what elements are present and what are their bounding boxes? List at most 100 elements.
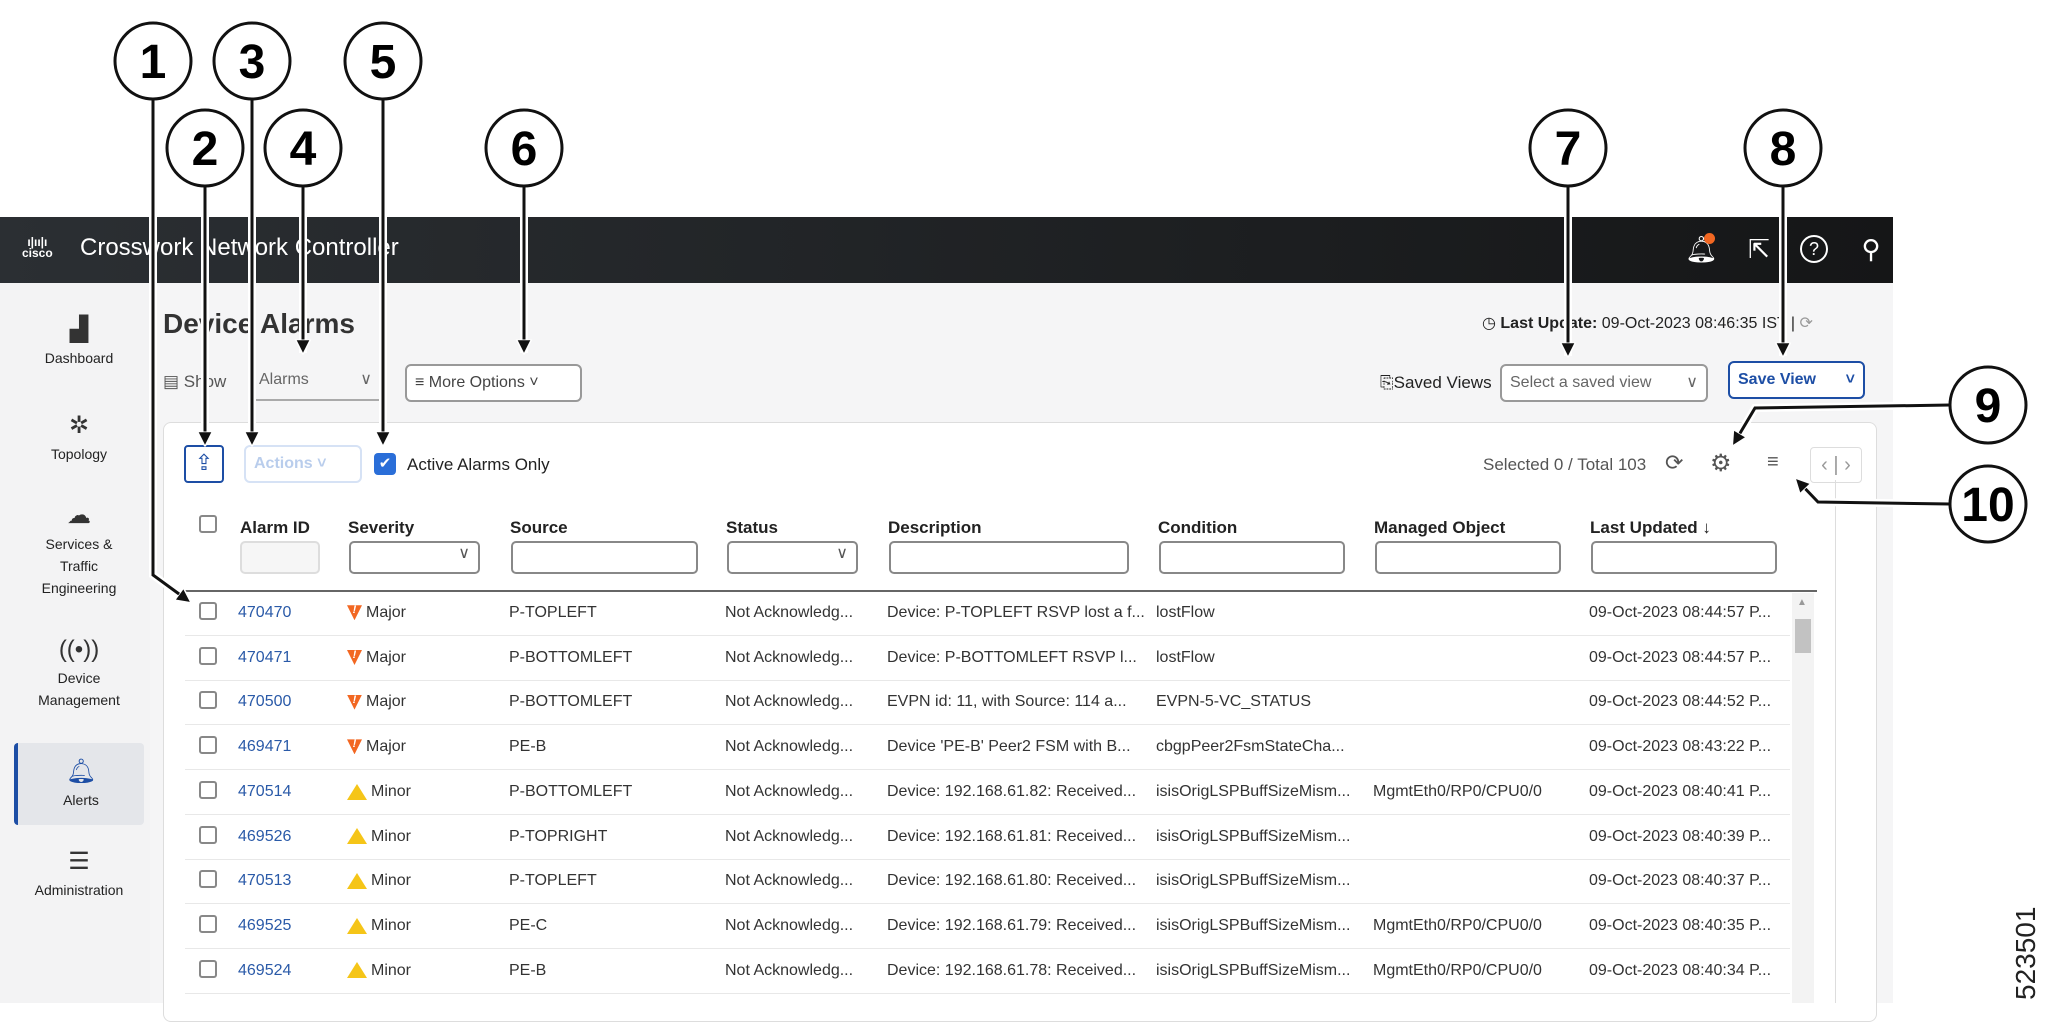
refresh-icon[interactable]: ⟳	[1665, 450, 1683, 476]
table-row[interactable]: 469471 ! Major PE-B Not Acknowledg... Device …	[185, 725, 1790, 771]
cell-last-updated: 09-Oct-2023 08:43:22 P...	[1589, 738, 1772, 756]
cell-source: PE-C	[509, 916, 548, 934]
cell-last-updated: 09-Oct-2023 08:40:41 P...	[1589, 782, 1772, 800]
column-header-severity[interactable]: Severity	[348, 518, 414, 538]
callout-number: 9	[1975, 380, 2002, 433]
cell-condition: EVPN-5-VC_STATUS	[1156, 693, 1311, 711]
cell-source: P-BOTTOMLEFT	[509, 648, 633, 666]
cell-alarm-id-link[interactable]: 470471	[238, 649, 291, 667]
show-label: ▤ Show	[163, 372, 227, 391]
sidebar-item-device-management[interactable]: ((•)) Device Management	[14, 638, 144, 711]
top-bar: ı|ıı|ı cisco Crosswork Network Controller…	[0, 217, 1893, 283]
row-checkbox[interactable]	[199, 780, 217, 799]
export-button[interactable]: ⇪	[184, 445, 224, 483]
cell-managed-object: MgmtEth0/RP0/CPU0/0	[1373, 782, 1542, 800]
cell-source: PE-B	[509, 738, 547, 756]
major-severity-icon: !	[347, 605, 362, 621]
row-checkbox[interactable]	[199, 691, 217, 710]
active-alarms-checkbox[interactable]: ✔	[374, 453, 396, 475]
severity-filter[interactable]: ∨	[349, 541, 480, 574]
table-row[interactable]: 470513 Minor P-TOPLEFT Not Acknowledg... Dev…	[185, 859, 1790, 905]
settings-gear-icon[interactable]: ⚙	[1710, 449, 1732, 478]
condition-filter[interactable]	[1159, 541, 1345, 574]
column-header-alarm-id[interactable]: Alarm ID	[240, 518, 310, 538]
cell-last-updated: 09-Oct-2023 08:44:57 P...	[1589, 648, 1772, 666]
cell-alarm-id-link[interactable]: 470513	[238, 872, 291, 890]
callout-circle	[113, 21, 193, 101]
column-header-status[interactable]: Status	[726, 518, 778, 538]
row-checkbox[interactable]	[199, 646, 217, 665]
cell-severity: Minor	[347, 828, 411, 846]
table-row[interactable]: 470471 ! Major P-BOTTOMLEFT Not Acknowledg..…	[185, 636, 1790, 681]
sidebar-item-administration[interactable]: ☰ Administration	[14, 847, 144, 898]
cell-source: P-BOTTOMLEFT	[509, 693, 633, 711]
row-checkbox[interactable]	[199, 602, 217, 620]
chevron-right-icon[interactable]: ›	[1844, 454, 1851, 476]
bell-icon[interactable]: 🔔︎	[1685, 233, 1718, 265]
column-header-source[interactable]: Source	[510, 518, 568, 538]
managed-object-filter[interactable]	[1375, 541, 1561, 574]
external-link-icon[interactable]: ⇱	[1743, 233, 1775, 265]
table-row[interactable]: 470514 Minor P-BOTTOMLEFT Not Acknowledg...…	[185, 770, 1790, 815]
user-icon[interactable]: ⚲	[1855, 233, 1887, 265]
selection-count: Selected 0 / Total 103	[1483, 455, 1647, 474]
table-row[interactable]: 470500 ! Major P-BOTTOMLEFT Not Acknowledg..…	[185, 680, 1790, 726]
column-header-managed-object[interactable]: Managed Object	[1374, 518, 1505, 538]
cell-description: Device: 192.168.61.79: Received...	[887, 916, 1137, 934]
cell-last-updated: 09-Oct-2023 08:40:37 P...	[1589, 872, 1772, 890]
upload-icon: ⇪	[194, 450, 214, 475]
cell-alarm-id-link[interactable]: 469526	[238, 828, 291, 846]
show-select[interactable]: Alarms ∨	[250, 363, 380, 401]
cell-last-updated: 09-Oct-2023 08:40:35 P...	[1589, 916, 1772, 934]
cell-status: Not Acknowledg...	[725, 827, 854, 845]
cell-alarm-id-link[interactable]: 469525	[238, 917, 291, 935]
saved-views-label: ⎘Saved Views	[1380, 373, 1492, 392]
sidebar-item-services[interactable]: ☁ Services & Traffic Engineering	[14, 504, 144, 599]
sidebar-item-dashboard[interactable]: ▟ Dashboard	[14, 315, 144, 366]
callout-number: 6	[511, 123, 538, 176]
table-row[interactable]: 469526 Minor P-TOPRIGHT Not Acknowledg... De…	[185, 815, 1790, 860]
save-view-button[interactable]: Save View ˅	[1728, 361, 1865, 399]
cell-status: Not Acknowledg...	[725, 782, 854, 800]
description-filter[interactable]	[889, 541, 1129, 574]
column-header-description[interactable]: Description	[888, 518, 982, 538]
cell-condition: isisOrigLSPBuffSizeMism...	[1156, 827, 1351, 845]
source-filter[interactable]	[511, 541, 698, 574]
major-severity-icon: !	[347, 739, 362, 755]
cell-severity: Minor	[347, 962, 411, 980]
callout-number: 5	[370, 36, 397, 89]
refresh-icon[interactable]: ⟳	[1800, 315, 1813, 332]
last-updated-filter[interactable]	[1591, 541, 1777, 574]
row-checkbox[interactable]	[199, 914, 217, 933]
row-checkbox[interactable]	[199, 870, 217, 889]
cell-alarm-id-link[interactable]: 470514	[238, 783, 291, 801]
row-checkbox[interactable]	[199, 959, 217, 978]
column-pager[interactable]: ‹ | ›	[1810, 447, 1862, 483]
table-row[interactable]: 469524 Minor PE-B Not Acknowledg... Device: …	[185, 949, 1790, 994]
table-row[interactable]: 470470 ! Major P-TOPLEFT Not Acknowledg... De…	[185, 591, 1790, 636]
table-row[interactable]: 469525 Minor PE-C Not Acknowledg... Device: …	[185, 904, 1790, 949]
chevron-left-icon[interactable]: ‹	[1821, 454, 1828, 476]
scrollbar[interactable]: ▲	[1792, 593, 1814, 1003]
cell-last-updated: 09-Oct-2023 08:40:34 P...	[1589, 961, 1772, 979]
callout-circle	[165, 108, 245, 188]
cell-alarm-id-link[interactable]: 470470	[238, 604, 291, 622]
help-icon[interactable]: ?	[1800, 235, 1828, 263]
actions-button[interactable]: Actions ˅	[244, 445, 362, 483]
select-all-checkbox[interactable]	[199, 515, 217, 533]
sidebar-item-alerts[interactable]: 🔔︎ Alerts	[14, 743, 144, 825]
sidebar-item-topology[interactable]: ✲ Topology	[14, 411, 144, 462]
cell-alarm-id-link[interactable]: 470500	[238, 693, 291, 711]
status-filter[interactable]: ∨	[727, 541, 858, 574]
cell-alarm-id-link[interactable]: 469524	[238, 962, 291, 980]
row-checkbox[interactable]	[199, 825, 217, 844]
column-header-condition[interactable]: Condition	[1158, 518, 1237, 538]
column-header-last-updated[interactable]: Last Updated ↓	[1590, 518, 1711, 538]
alarm-id-filter[interactable]	[240, 541, 320, 574]
filter-icon[interactable]: ≡	[1767, 451, 1779, 474]
row-checkbox[interactable]	[199, 736, 217, 755]
cell-description: Device: 192.168.61.80: Received...	[887, 872, 1137, 890]
more-options-button[interactable]: ≡ More Options ˅	[405, 364, 582, 402]
cell-alarm-id-link[interactable]: 469471	[238, 738, 291, 756]
saved-view-select[interactable]: Select a saved view ∨	[1500, 364, 1708, 402]
